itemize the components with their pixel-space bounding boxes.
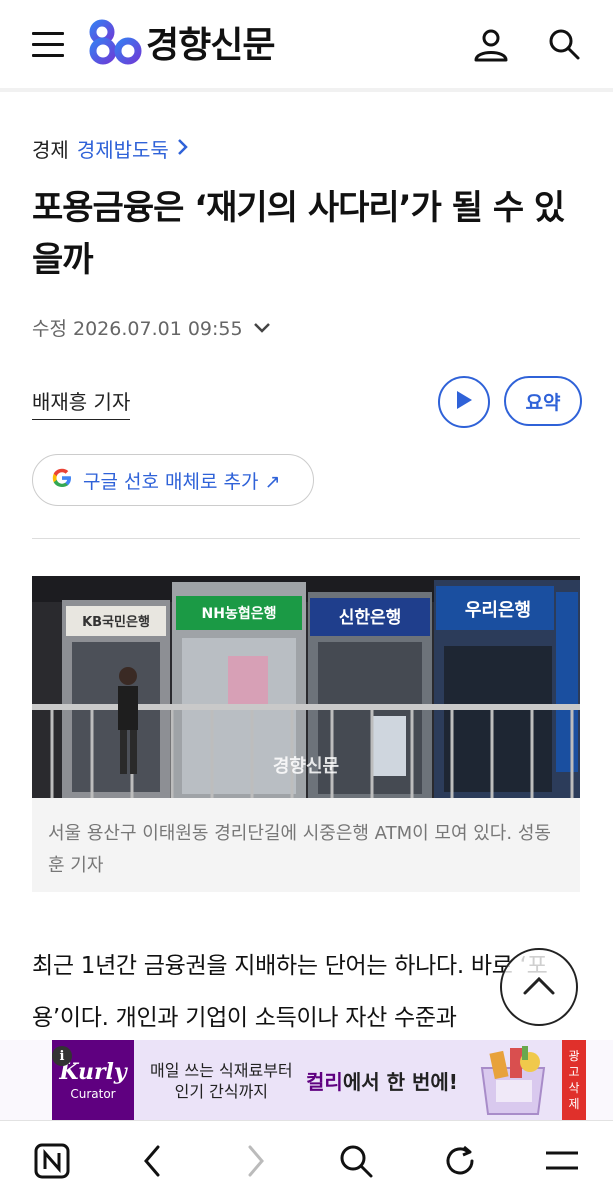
google-icon xyxy=(51,467,73,494)
chevron-down-icon[interactable] xyxy=(253,317,271,339)
sign-woori: 우리은행 xyxy=(465,600,531,621)
ad-side-overlay xyxy=(586,1040,613,1120)
google-button-label: 구글 선호 매체로 추가 ↗ xyxy=(83,470,281,493)
naver-home-icon[interactable] xyxy=(32,1141,72,1181)
breadcrumb-series[interactable]: 경제밥도둑 xyxy=(77,134,169,163)
shopping-bag-icon xyxy=(468,1044,558,1116)
ad-headline: 컬리에서 한 번에! xyxy=(306,1070,458,1094)
dateline-text: 수정 2026.07.01 09:55 xyxy=(32,318,243,340)
sign-nh: NH농협은행 xyxy=(202,606,277,622)
audio-play-button[interactable] xyxy=(438,376,490,428)
sign-shinhan: 신한은행 xyxy=(339,608,402,628)
search-icon[interactable] xyxy=(336,1141,376,1181)
site-header: 경향신문 xyxy=(0,0,613,92)
article-headline: 포용금융은 ‘재기의 사다리’가 될 수 있을까 xyxy=(32,188,565,280)
ad-banner[interactable]: Kurly Curator i 매일 쓰는 식재료부터 인기 간식까지 컬리에서… xyxy=(0,1040,613,1120)
author-link[interactable]: 배재흥 기자 xyxy=(32,386,131,420)
back-icon[interactable] xyxy=(132,1141,172,1181)
sign-kb: KB국민은행 xyxy=(82,614,150,630)
hamburger-icon[interactable] xyxy=(32,32,64,58)
browser-toolbar xyxy=(0,1120,613,1200)
refresh-icon[interactable] xyxy=(440,1141,480,1181)
logo-text: 경향신문 xyxy=(146,25,275,66)
summary-button[interactable]: 요약 xyxy=(504,376,582,426)
breadcrumb-section[interactable]: 경제 xyxy=(32,134,69,163)
menu-icon[interactable] xyxy=(542,1141,582,1181)
section-divider xyxy=(32,538,580,539)
forward-icon[interactable] xyxy=(236,1141,276,1181)
site-logo[interactable]: 경향신문 xyxy=(88,18,275,66)
play-icon xyxy=(454,389,474,415)
ad-remove-tag[interactable]: 광 고 삭 제 xyxy=(562,1040,586,1120)
google-preferred-source-button[interactable]: 구글 선호 매체로 추가 ↗ xyxy=(32,454,314,506)
body-paragraph: 최근 1년간 금융권을 지배하는 단어는 하나다. 바로 ‘포용’이다. 개인과… xyxy=(32,953,548,1031)
photo-caption: 서울 용산구 이태원동 경리단길에 시중은행 ATM이 모여 있다. 성동훈 기… xyxy=(32,798,580,892)
article-dateline[interactable]: 수정 2026.07.01 09:55 xyxy=(32,314,271,341)
ad-side-overlay xyxy=(0,1040,52,1120)
breadcrumb: 경제 경제밥도둑 xyxy=(32,134,189,163)
user-icon[interactable] xyxy=(472,26,510,64)
chevron-up-icon xyxy=(522,974,556,1000)
article-photo[interactable]: KB국민은행 NH농협은행 신한은행 우리은행 경향신문 xyxy=(32,576,580,798)
scroll-to-top-button[interactable] xyxy=(500,948,578,1026)
chevron-right-icon[interactable] xyxy=(177,137,189,161)
ad-info-icon[interactable]: i xyxy=(52,1046,72,1066)
logo-mark-icon xyxy=(88,18,144,66)
photo-watermark: 경향신문 xyxy=(273,756,339,777)
ad-copy: 매일 쓰는 식재료부터 인기 간식까지 xyxy=(150,1061,293,1101)
search-icon[interactable] xyxy=(546,26,582,62)
